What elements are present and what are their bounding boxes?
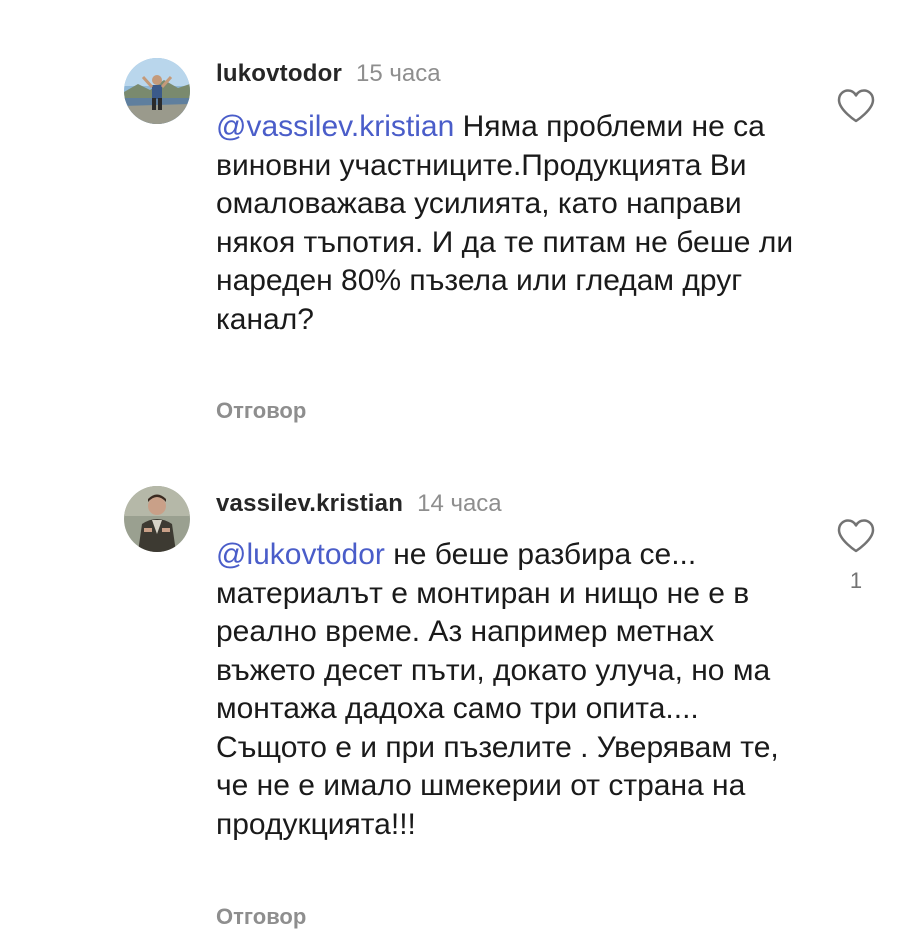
username[interactable]: lukovtodor	[216, 60, 342, 87]
comment-text: @lukovtodor не беше разбира се... матери…	[216, 536, 816, 844]
comment-body: Няма проблеми не са виновни участниците.…	[216, 110, 794, 336]
heart-outline-icon	[837, 519, 875, 553]
avatar[interactable]	[124, 486, 190, 552]
mention-link[interactable]: @lukovtodor	[216, 538, 385, 571]
comment-header: vassilev.kristian 14 часа	[216, 490, 502, 518]
avatar[interactable]	[124, 58, 190, 124]
heart-outline-icon	[837, 89, 875, 123]
like-button[interactable]	[836, 518, 876, 554]
timestamp: 14 часа	[417, 490, 502, 517]
like-count: 1	[849, 568, 863, 593]
username[interactable]: vassilev.kristian	[216, 490, 403, 517]
reply-button[interactable]: Отговор	[216, 904, 306, 930]
mention-link[interactable]: @vassilev.kristian	[216, 110, 454, 143]
like-button[interactable]	[836, 88, 876, 124]
timestamp: 15 часа	[356, 60, 441, 87]
comment-header: lukovtodor 15 часа	[216, 60, 441, 88]
comment-text: @vassilev.kristian Няма проблеми не са в…	[216, 108, 816, 339]
reply-button[interactable]: Отговор	[216, 398, 306, 424]
comment-body: не беше разбира се... материалът е монти…	[216, 538, 779, 841]
